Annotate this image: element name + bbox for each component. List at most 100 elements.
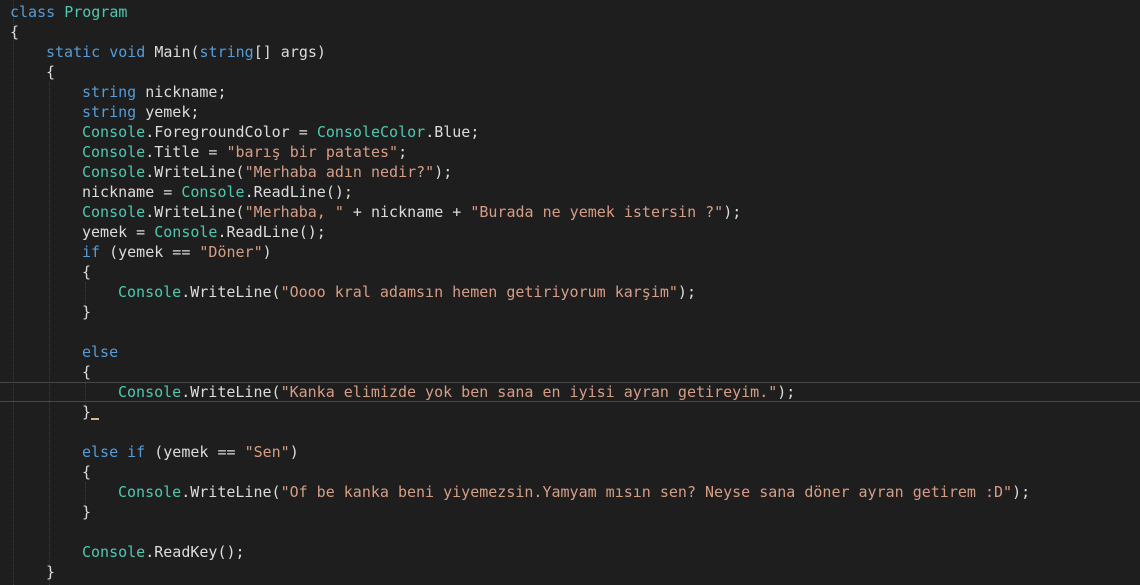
code-editor[interactable]: class Program{static void Main(string[] … (0, 0, 1140, 585)
code-token: ConsoleColor (316, 123, 426, 141)
code-token: [] args) (253, 43, 326, 61)
code-token: "Oooo kral adamsın hemen getiriyorum kar… (280, 283, 678, 301)
code-token: { (46, 63, 56, 81)
code-line[interactable]: } (82, 502, 91, 522)
code-line[interactable]: class Program (10, 2, 127, 22)
code-token: (yemek == (145, 443, 245, 461)
code-line[interactable]: Console.WriteLine("Merhaba adın nedir?")… (82, 162, 452, 182)
code-token: nickname = (82, 183, 182, 201)
code-token: ) (262, 243, 272, 261)
code-token: ; (398, 143, 408, 161)
code-token: "Kanka elimizde yok ben sana en iyisi ay… (280, 383, 778, 401)
code-line[interactable]: { (82, 262, 91, 282)
code-token: } (82, 503, 92, 521)
code-token: .ReadLine(); (217, 223, 326, 241)
code-token: Console (118, 283, 182, 301)
indent-guide (49, 82, 50, 585)
code-token: .WriteLine( (181, 283, 281, 301)
code-line[interactable]: yemek = Console.ReadLine(); (82, 222, 326, 242)
code-token: yemek = (82, 223, 155, 241)
code-line[interactable]: static void Main(string[] args) (46, 42, 326, 62)
code-token: else (82, 343, 119, 361)
code-token: .Blue; (425, 123, 480, 141)
code-token: ) (289, 443, 299, 461)
code-token: { (82, 363, 92, 381)
code-token: nickname; (136, 83, 227, 101)
code-line[interactable]: Console.ReadKey(); (82, 542, 245, 562)
code-token: Console (82, 123, 146, 141)
code-token: (yemek == (100, 243, 200, 261)
code-token: ); (723, 203, 742, 221)
code-token: string (82, 83, 137, 101)
code-token: + nickname + (343, 203, 471, 221)
code-token: .ReadLine(); (244, 183, 353, 201)
code-token: Console (181, 183, 245, 201)
text-cursor (91, 418, 100, 420)
code-line[interactable]: Console.WriteLine("Of be kanka beni yiye… (118, 482, 1030, 502)
code-line[interactable]: { (82, 362, 91, 382)
code-token: Console (118, 483, 182, 501)
code-token: class (10, 3, 56, 21)
code-line[interactable]: { (10, 22, 19, 42)
code-token: Console (118, 383, 182, 401)
code-line[interactable]: { (82, 462, 91, 482)
code-line[interactable]: Console.WriteLine("Merhaba, " + nickname… (82, 202, 741, 222)
code-token: Main( (145, 43, 200, 61)
code-token: string (199, 43, 254, 61)
code-token: string (82, 103, 137, 121)
code-token: void (109, 43, 146, 61)
code-line[interactable]: if (yemek == "Döner") (82, 242, 272, 262)
code-token: "Döner" (199, 243, 263, 261)
code-token: "Sen" (244, 443, 290, 461)
code-line[interactable]: Console.ForegroundColor = ConsoleColor.B… (82, 122, 479, 142)
code-token: } (82, 303, 92, 321)
code-token: .ReadKey(); (145, 543, 245, 561)
code-line[interactable]: else (82, 342, 118, 362)
code-token: { (82, 263, 92, 281)
code-token: Console (154, 223, 218, 241)
code-line[interactable]: } (82, 302, 91, 322)
code-token: "barış bir patates" (226, 143, 399, 161)
code-token: ); (677, 283, 696, 301)
code-line[interactable]: { (46, 62, 55, 82)
indent-guide (13, 0, 14, 585)
code-line[interactable]: Console.WriteLine("Kanka elimizde yok be… (118, 382, 795, 402)
code-token: ); (1012, 483, 1031, 501)
code-token: static (46, 43, 101, 61)
code-token: .ForegroundColor = (145, 123, 317, 141)
code-line[interactable]: Console.Title = "barış bir patates"; (82, 142, 407, 162)
code-token: Console (82, 163, 146, 181)
code-token: .WriteLine( (181, 383, 281, 401)
code-token: Program (64, 3, 128, 21)
code-line[interactable]: Console.WriteLine("Oooo kral adamsın hem… (118, 282, 696, 302)
code-token: "Burada ne yemek istersin ?" (470, 203, 724, 221)
code-token: } (46, 563, 56, 581)
code-token: } (82, 403, 92, 421)
code-token: .WriteLine( (181, 483, 281, 501)
code-line[interactable]: string yemek; (82, 102, 199, 122)
code-token: if (82, 243, 101, 261)
code-line[interactable]: string nickname; (82, 82, 227, 102)
code-token: "Of be kanka beni yiyemezsin.Yamyam mısı… (280, 483, 1013, 501)
code-token: { (10, 23, 20, 41)
code-line[interactable]: } (82, 402, 100, 422)
code-token: { (82, 463, 92, 481)
code-line[interactable]: nickname = Console.ReadLine(); (82, 182, 353, 202)
code-token: "Merhaba adın nedir?" (244, 163, 435, 181)
code-token: .WriteLine( (145, 203, 245, 221)
code-token: Console (82, 203, 146, 221)
code-token: Console (82, 143, 146, 161)
code-line[interactable]: } (46, 562, 55, 582)
code-token: if (127, 443, 146, 461)
code-token: .WriteLine( (145, 163, 245, 181)
code-token: "Merhaba, " (244, 203, 344, 221)
code-token: yemek; (136, 103, 200, 121)
code-token: ); (434, 163, 453, 181)
code-line[interactable]: else if (yemek == "Sen") (82, 442, 299, 462)
code-token: Console (82, 543, 146, 561)
code-token: else (82, 443, 119, 461)
code-token: ); (777, 383, 796, 401)
